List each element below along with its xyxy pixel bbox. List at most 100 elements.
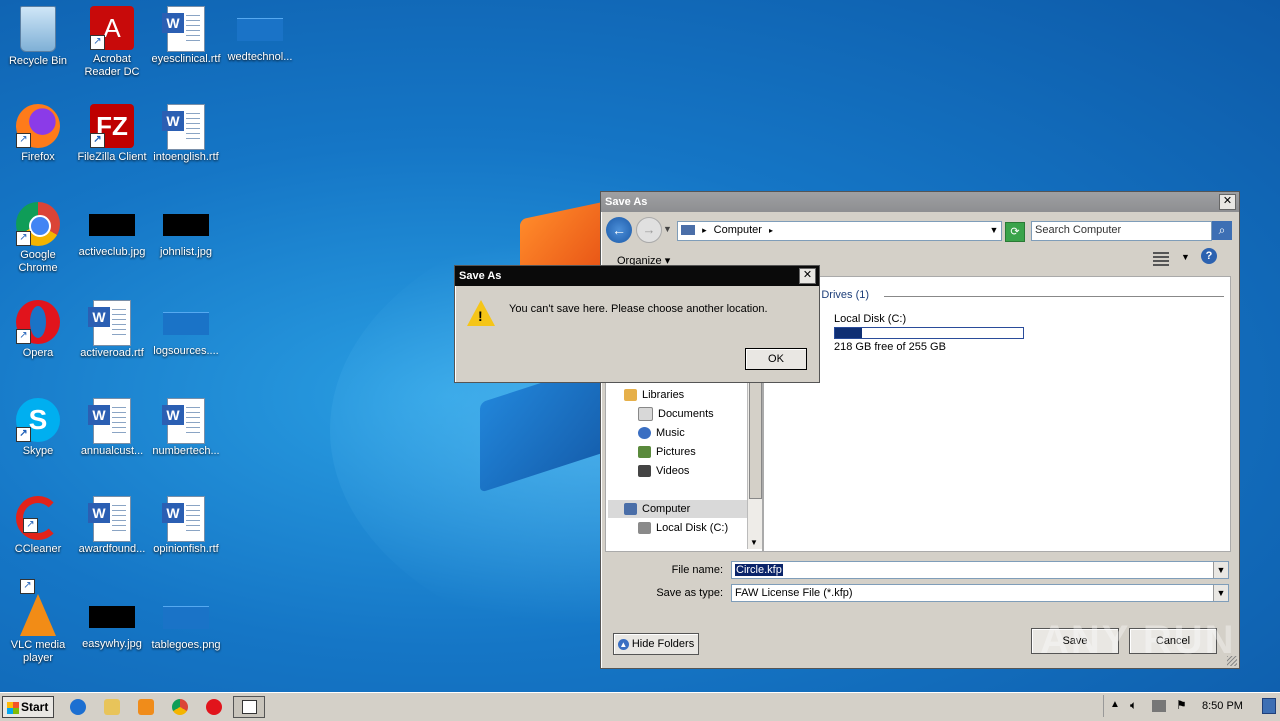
system-tray: ▲ 🔈︎ ⚑ 8:50 PM: [1103, 695, 1280, 717]
show-desktop-button[interactable]: [1262, 698, 1276, 714]
search-input[interactable]: Search Computer: [1031, 221, 1212, 241]
breadcrumb-chevron-icon[interactable]: ▸: [702, 225, 707, 235]
file-explorer-icon[interactable]: [104, 699, 120, 715]
computer-icon: [624, 503, 637, 516]
app-window-icon: [242, 700, 257, 714]
hide-folders-button[interactable]: ▲ Hide Folders: [613, 633, 699, 655]
desktop-icon-ccleaner[interactable]: ↗ CCleaner: [0, 496, 76, 556]
videos-icon: [638, 465, 651, 478]
clock[interactable]: 8:50 PM: [1202, 700, 1243, 712]
disk-name: Local Disk (C:): [834, 313, 907, 325]
word-document-icon: W: [162, 104, 205, 150]
word-document-icon: W: [88, 496, 131, 542]
desktop-icon-intoenglish[interactable]: W intoenglish.rtf: [148, 104, 224, 164]
show-hidden-icons-chevron[interactable]: ▲: [1110, 699, 1120, 710]
internet-explorer-icon[interactable]: [70, 699, 86, 715]
desktop-icon-logsources[interactable]: logsources....: [148, 300, 224, 358]
tree-item-pictures[interactable]: Pictures: [638, 443, 696, 461]
back-arrow-icon[interactable]: ←: [606, 217, 632, 243]
tree-item-music[interactable]: Music: [638, 424, 685, 442]
music-icon: [638, 427, 651, 440]
file-name-label: File name:: [671, 564, 723, 576]
alert-titlebar[interactable]: Save As ✕: [455, 266, 819, 286]
content-pane: Hard Disk Drives (1) Local Disk (C:) 218…: [763, 276, 1231, 552]
drive-icon: [638, 522, 651, 535]
network-icon[interactable]: [1152, 700, 1166, 712]
alert-close-button[interactable]: ✕: [799, 268, 816, 284]
ccleaner-icon: ↗: [16, 496, 60, 540]
tree-item-videos[interactable]: Videos: [638, 462, 689, 480]
image-file-icon: [163, 312, 209, 335]
desktop-icon-easywhy[interactable]: easywhy.jpg: [74, 594, 150, 651]
word-document-icon: W: [162, 398, 205, 444]
start-button[interactable]: Start: [2, 696, 54, 718]
pictures-icon: [638, 446, 651, 459]
ok-button[interactable]: OK: [745, 348, 807, 370]
volume-icon[interactable]: 🔈︎: [1130, 698, 1137, 713]
desktop-icon-annualcust[interactable]: W annualcust...: [74, 398, 150, 458]
tree-item-local-disk[interactable]: Local Disk (C:): [638, 519, 728, 537]
desktop-icon-chrome[interactable]: ↗ Google Chrome: [0, 202, 76, 275]
desktop-icon-activeclub[interactable]: activeclub.jpg: [74, 202, 150, 259]
disk-free-text: 218 GB free of 255 GB: [834, 341, 946, 353]
save-as-titlebar[interactable]: Save As ✕: [601, 192, 1239, 212]
desktop-icon-opinionfish[interactable]: W opinionfish.rtf: [148, 496, 224, 556]
media-player-icon[interactable]: [138, 699, 154, 715]
desktop-icon-numbertech[interactable]: W numbertech...: [148, 398, 224, 458]
save-as-window: Save As ✕ ← → ▼ ▸ Computer ▸ ▼ ⟳ Search …: [600, 191, 1240, 669]
word-document-icon: W: [162, 6, 205, 52]
refresh-icon[interactable]: ⟳: [1005, 222, 1025, 242]
action-center-flag-icon[interactable]: ⚑: [1176, 698, 1187, 712]
breadcrumb-dropdown-icon[interactable]: ▸: [769, 226, 773, 235]
help-icon[interactable]: ?: [1201, 248, 1217, 264]
tree-item-libraries[interactable]: Libraries: [624, 386, 684, 404]
image-file-icon: [89, 606, 135, 628]
skype-icon: S ↗: [16, 398, 60, 442]
desktop-icon-johnlist[interactable]: johnlist.jpg: [148, 202, 224, 259]
desktop-icon-eyesclinical[interactable]: W eyesclinical.rtf: [148, 6, 224, 66]
word-document-icon: W: [162, 496, 205, 542]
alert-dialog: Save As ✕ ! You can't save here. Please …: [454, 265, 820, 383]
desktop-icon-recycle-bin[interactable]: Recycle Bin: [0, 6, 76, 68]
view-dropdown-icon[interactable]: ▼: [1181, 252, 1190, 262]
desktop-icon-vlc[interactable]: ↗ VLC media player: [0, 579, 76, 665]
opera-taskbar-icon[interactable]: [206, 699, 222, 715]
close-button[interactable]: ✕: [1219, 194, 1236, 210]
image-file-icon: [163, 214, 209, 236]
desktop-icon-opera[interactable]: ↗ Opera: [0, 300, 76, 360]
chrome-taskbar-icon[interactable]: [172, 699, 188, 715]
image-file-icon: [237, 18, 283, 41]
desktop-icon-tablegoes[interactable]: tablegoes.png: [148, 594, 224, 652]
desktop-icon-awardfound[interactable]: W awardfound...: [74, 496, 150, 556]
tree-item-documents[interactable]: Documents: [638, 405, 714, 423]
file-name-dropdown-icon[interactable]: ▼: [1213, 562, 1228, 578]
taskbar: Start ▲ 🔈︎ ⚑ 8:50 PM: [0, 692, 1280, 721]
section-divider: [884, 296, 1224, 297]
forward-arrow-icon[interactable]: →: [636, 217, 662, 243]
computer-icon: [681, 225, 695, 236]
recycle-bin-icon: [20, 6, 56, 52]
desktop-icon-acrobat[interactable]: A ↗ Acrobat Reader DC: [74, 6, 150, 79]
tree-item-computer[interactable]: Computer: [608, 500, 760, 518]
desktop-icon-skype[interactable]: S ↗ Skype: [0, 398, 76, 458]
desktop-icon-activeroad[interactable]: W activeroad.rtf: [74, 300, 150, 360]
word-document-icon: W: [88, 300, 131, 346]
address-dropdown-icon[interactable]: ▼: [987, 222, 1001, 240]
scroll-down-icon[interactable]: ▼: [750, 538, 758, 547]
recent-pages-chevron-icon[interactable]: ▼: [663, 224, 672, 234]
save-type-select[interactable]: FAW License File (*.kfp) ▼: [731, 584, 1229, 602]
save-type-dropdown-icon[interactable]: ▼: [1213, 585, 1228, 601]
filezilla-icon: FZ ↗: [90, 104, 134, 148]
collapse-up-icon: ▲: [617, 638, 629, 650]
view-options-icon[interactable]: [1153, 252, 1169, 266]
search-icon[interactable]: ⌕: [1212, 221, 1232, 240]
disk-usage-fill: [835, 328, 863, 338]
address-bar[interactable]: ▸ Computer ▸ ▼: [677, 221, 1002, 241]
image-file-icon: [89, 214, 135, 236]
taskbar-active-app[interactable]: [233, 696, 265, 718]
anyrun-watermark: ANY RUN: [1040, 618, 1236, 662]
desktop-icon-firefox[interactable]: ↗ Firefox: [0, 104, 76, 164]
desktop-icon-filezilla[interactable]: FZ ↗ FileZilla Client: [74, 104, 150, 164]
file-name-field[interactable]: Circle.kfp ▼: [731, 561, 1229, 579]
desktop-icon-wedtechnol[interactable]: wedtechnol...: [222, 6, 298, 64]
